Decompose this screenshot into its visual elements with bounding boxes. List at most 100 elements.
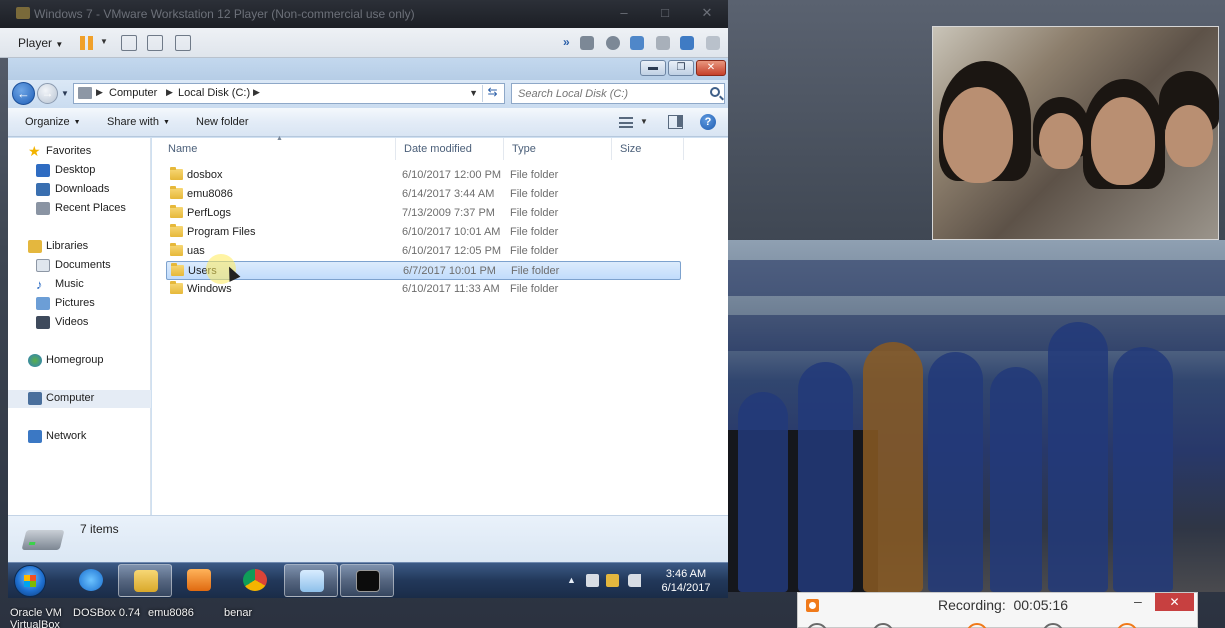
usb-device-icon[interactable] (680, 36, 694, 50)
address-history-dropdown-icon[interactable]: ▼ (469, 88, 478, 98)
nav-documents[interactable]: Documents (8, 257, 151, 275)
recorder-control-icon[interactable] (966, 623, 988, 628)
host-icon-virtualbox[interactable]: Oracle VM VirtualBox (10, 607, 72, 628)
player-menu-button[interactable]: Player ▼ (12, 34, 69, 52)
hard-disk-device-icon[interactable] (580, 36, 594, 50)
pause-dropdown-icon[interactable]: ▼ (100, 37, 108, 46)
share-with-button[interactable]: Share with ▼ (107, 116, 170, 128)
column-header-size[interactable]: Size (612, 138, 684, 160)
host-icon-benar[interactable]: benar (224, 607, 252, 619)
recorder-control-icon[interactable] (806, 623, 828, 628)
table-row[interactable]: Windows 6/10/2017 11:33 AM File folder (166, 280, 681, 299)
table-row[interactable]: dosbox 6/10/2017 12:00 PM File folder (166, 166, 681, 185)
back-button[interactable]: ← (12, 82, 35, 105)
table-row[interactable]: uas 6/10/2017 12:05 PM File folder (166, 242, 681, 261)
folder-icon (171, 263, 184, 276)
breadcrumb-local-disk[interactable]: Local Disk (C:) (178, 87, 250, 99)
recording-status: Recording: 00:05:16 (938, 597, 1068, 613)
nav-computer[interactable]: Computer (8, 390, 151, 408)
nav-homegroup[interactable]: Homegroup (8, 352, 151, 370)
action-center-icon[interactable] (586, 574, 599, 587)
clock[interactable]: 3:46 AM 6/14/2017 (650, 567, 722, 595)
table-row-selected[interactable]: Users 6/7/2017 10:01 PM File folder (166, 261, 681, 280)
media-player-icon (187, 569, 211, 591)
message-log-icon[interactable] (706, 36, 720, 50)
search-icon[interactable] (710, 87, 720, 97)
address-bar[interactable]: ▶ Computer ▶ Local Disk (C:) ▶ ▼ ⇆ (73, 83, 505, 104)
help-icon[interactable]: ? (700, 114, 716, 130)
refresh-icon[interactable]: ⇆ (482, 85, 502, 102)
recorder-minimize-button[interactable]: – (1134, 593, 1142, 609)
breadcrumb-computer[interactable]: Computer (109, 87, 157, 99)
search-box[interactable] (511, 83, 725, 104)
change-view-icon[interactable] (619, 117, 633, 128)
volume-icon[interactable] (628, 574, 641, 587)
table-row[interactable]: Program Files 6/10/2017 10:01 AM File fo… (166, 223, 681, 242)
vm-minimize-button[interactable]: – (614, 5, 634, 21)
taskbar-chrome[interactable] (228, 564, 282, 597)
start-button[interactable] (14, 565, 46, 597)
guest-screen: ▬ ❐ ✕ ← → ▼ ▶ Computer ▶ Local Disk (C:)… (8, 58, 728, 562)
forward-button[interactable]: → (37, 83, 58, 104)
player-menu-label: Player (18, 36, 53, 50)
table-row[interactable]: emu8086 6/14/2017 3:44 AM File folder (166, 185, 681, 204)
host-icon-dosbox[interactable]: DOSBox 0.74 (73, 607, 140, 619)
network-device-icon[interactable] (630, 36, 644, 50)
recorder-control-icon[interactable] (872, 623, 894, 628)
explorer-maximize-button[interactable]: ❐ (668, 60, 694, 76)
organize-button[interactable]: Organize ▼ (25, 116, 81, 128)
preview-pane-icon[interactable] (668, 115, 683, 129)
recorder-control-icon[interactable] (1116, 623, 1138, 628)
taskbar-windows-explorer[interactable] (118, 564, 172, 597)
nav-favorites[interactable]: ★ Favorites (8, 143, 151, 161)
nav-music[interactable]: ♪ Music (8, 276, 151, 294)
new-folder-button[interactable]: New folder (196, 116, 249, 128)
recording-panel: Recording: 00:05:16 – ✕ (797, 592, 1198, 628)
breadcrumb-separator-icon[interactable]: ▶ (253, 87, 260, 98)
pause-icon[interactable] (80, 36, 94, 50)
nav-videos[interactable]: Videos (8, 314, 151, 332)
recent-pages-dropdown-icon[interactable]: ▼ (61, 89, 69, 98)
nav-recent-places[interactable]: Recent Places (8, 200, 151, 218)
host-icon-emu8086[interactable]: emu8086 (148, 607, 194, 619)
breadcrumb-separator-icon[interactable]: ▶ (96, 87, 103, 98)
taskbar: ▲ 3:46 AM 6/14/2017 (8, 562, 728, 598)
network-tray-icon[interactable] (606, 574, 619, 587)
nav-network[interactable]: Network (8, 428, 151, 446)
person (1048, 322, 1108, 592)
cd-device-icon[interactable] (606, 36, 620, 50)
explorer-minimize-button[interactable]: ▬ (640, 60, 666, 76)
taskbar-notepad[interactable] (284, 564, 338, 597)
show-hidden-icons-icon[interactable]: ▲ (567, 575, 576, 585)
unity-icon[interactable] (175, 35, 191, 51)
fit-guest-icon[interactable] (147, 35, 163, 51)
star-icon: ★ (28, 143, 41, 159)
column-header-date-modified[interactable]: Date modified (396, 138, 504, 160)
recorder-close-button[interactable]: ✕ (1155, 593, 1194, 611)
table-row[interactable]: PerfLogs 7/13/2009 7:37 PM File folder (166, 204, 681, 223)
command-prompt-icon (356, 570, 380, 592)
file-list: ▲ Name Date modified Type Size dosbox 6/… (152, 135, 728, 515)
send-ctrl-alt-del-icon[interactable] (121, 35, 137, 51)
vm-maximize-button[interactable]: □ (655, 5, 675, 21)
nav-libraries[interactable]: Libraries (8, 238, 151, 256)
taskbar-media-player[interactable] (172, 564, 226, 597)
view-dropdown-icon[interactable]: ▼ (640, 117, 648, 126)
vm-close-button[interactable]: ✕ (697, 5, 717, 21)
taskbar-command-prompt[interactable] (340, 564, 394, 597)
printer-device-icon[interactable] (656, 36, 670, 50)
recorder-control-icon[interactable] (1042, 623, 1064, 628)
column-header-name[interactable]: Name (160, 138, 396, 160)
column-header-type[interactable]: Type (504, 138, 612, 160)
nav-desktop[interactable]: Desktop (8, 162, 151, 180)
nav-pictures[interactable]: Pictures (8, 295, 151, 313)
address-row: ← → ▼ ▶ Computer ▶ Local Disk (C:) ▶ ▼ ⇆ (8, 80, 728, 108)
breadcrumb-separator-icon[interactable]: ▶ (166, 87, 173, 98)
person (990, 367, 1042, 592)
taskbar-internet-explorer[interactable] (64, 564, 118, 597)
explorer-close-button[interactable]: ✕ (696, 60, 726, 76)
nav-downloads[interactable]: Downloads (8, 181, 151, 199)
file-date: 7/13/2009 7:37 PM (402, 207, 495, 219)
search-input[interactable] (512, 84, 697, 103)
more-devices-icon[interactable]: » (563, 35, 570, 49)
